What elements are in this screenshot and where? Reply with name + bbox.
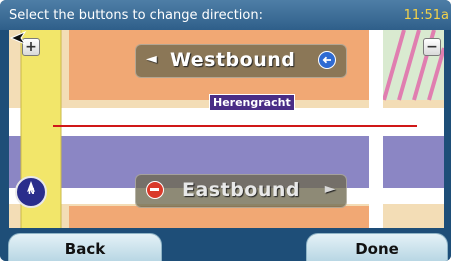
clock: 11:51a bbox=[403, 8, 449, 23]
map-view[interactable]: + − ◄ Westbound Herengracht Eastbound ► … bbox=[9, 30, 444, 228]
footer-bar: Back Done bbox=[0, 228, 451, 261]
cross-street bbox=[369, 30, 383, 228]
left-arrow-icon: ◄ bbox=[146, 51, 158, 67]
street-name-label: Herengracht bbox=[209, 94, 295, 111]
navigation-screen: Select the buttons to change direction: … bbox=[0, 0, 451, 261]
no-entry-icon bbox=[146, 181, 164, 199]
compass-label: N bbox=[28, 187, 35, 196]
zoom-out-button[interactable]: − bbox=[423, 38, 441, 56]
eastbound-label: Eastbound bbox=[182, 179, 300, 201]
position-arrow-icon bbox=[9, 30, 27, 46]
header-bar: Select the buttons to change direction: … bbox=[0, 0, 451, 30]
instruction-text: Select the buttons to change direction: bbox=[9, 8, 263, 23]
westbound-label: Westbound bbox=[170, 49, 296, 71]
circle-left-arrow-icon bbox=[318, 51, 336, 69]
back-button[interactable]: Back bbox=[8, 233, 162, 261]
eastbound-button[interactable]: Eastbound ► bbox=[135, 174, 347, 208]
done-button[interactable]: Done bbox=[306, 233, 448, 261]
compass-icon[interactable]: N bbox=[15, 176, 47, 208]
westbound-button[interactable]: ◄ Westbound bbox=[135, 44, 347, 78]
right-arrow-icon: ► bbox=[324, 181, 336, 197]
building-block-south bbox=[69, 206, 369, 228]
